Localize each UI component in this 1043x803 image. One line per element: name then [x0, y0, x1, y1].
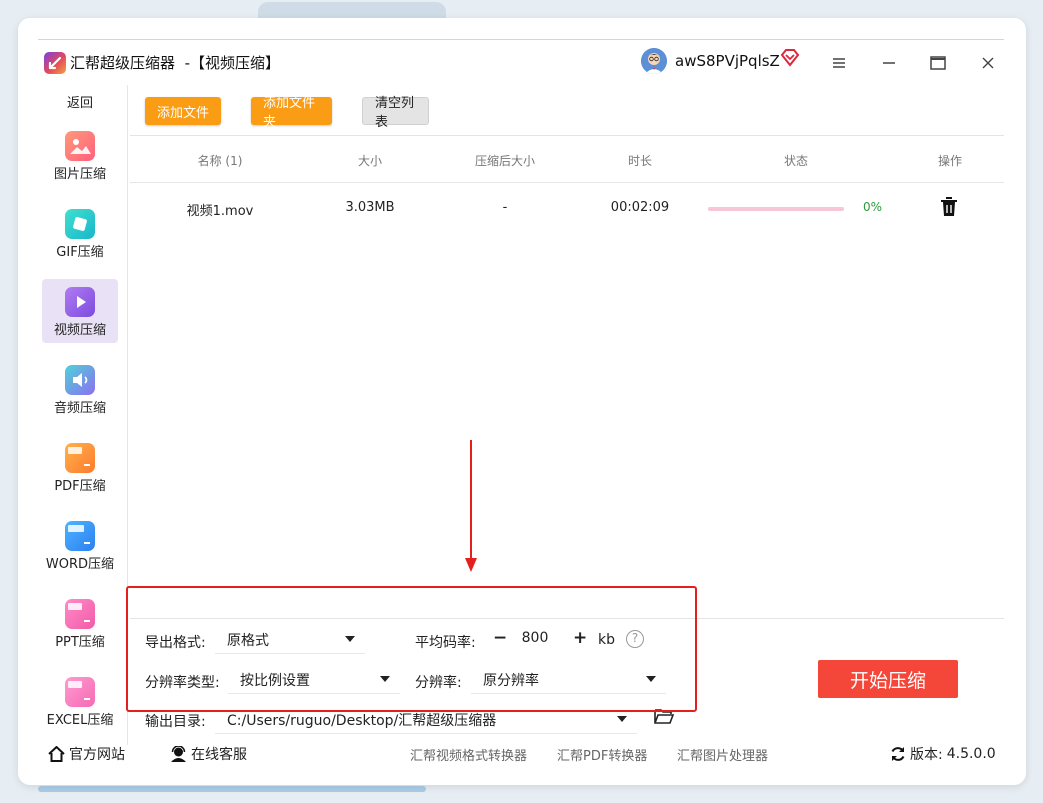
sidebar: 返回 图片压缩 GIF压缩 视频压缩 音频压缩 PDF压缩 WORD压缩 PPT…: [38, 85, 128, 745]
file-name: 视频1.mov: [186, 204, 254, 219]
sidebar-item-label: PPT压缩: [55, 635, 105, 650]
delete-trash-icon[interactable]: [940, 197, 958, 221]
bitrate-increase-button[interactable]: +: [573, 629, 587, 647]
resolution-type-label: 分辨率类型:: [145, 675, 220, 691]
ppt-file-icon: [65, 599, 95, 629]
format-select[interactable]: 原格式: [215, 624, 365, 654]
help-icon[interactable]: ?: [626, 630, 644, 648]
column-name: 名称 (1): [197, 154, 243, 168]
column-size: 大小: [357, 154, 382, 168]
tool-link-pdf-converter[interactable]: 汇帮PDF转换器: [557, 745, 647, 764]
background-strip: [38, 786, 426, 792]
sidebar-item-word[interactable]: WORD压缩: [42, 513, 118, 577]
gif-icon: [65, 209, 95, 239]
sidebar-item-excel[interactable]: EXCEL压缩: [42, 669, 118, 733]
resolution-label: 分辨率:: [415, 675, 462, 691]
progress-bar: [708, 207, 844, 211]
sidebar-item-pdf[interactable]: PDF压缩: [42, 435, 118, 499]
resolution-type-select[interactable]: 按比例设置: [228, 664, 400, 694]
official-website-link[interactable]: 官方网站: [48, 744, 125, 764]
start-compress-button[interactable]: 开始压缩: [818, 660, 958, 698]
username[interactable]: awS8PVjPqlsZ: [675, 52, 780, 70]
sidebar-item-gif[interactable]: GIF压缩: [42, 201, 118, 265]
sidebar-item-label: GIF压缩: [56, 245, 104, 260]
column-action: 操作: [937, 154, 962, 168]
user-avatar[interactable]: [641, 48, 667, 74]
maximize-icon[interactable]: [923, 48, 953, 78]
menu-icon[interactable]: [824, 48, 854, 78]
bitrate-input[interactable]: [510, 630, 560, 646]
tool-link-video-converter[interactable]: 汇帮视频格式转换器: [410, 745, 527, 764]
bitrate-decrease-button[interactable]: −: [493, 629, 507, 647]
sidebar-item-video[interactable]: 视频压缩: [42, 279, 118, 343]
sidebar-item-label: EXCEL压缩: [46, 713, 114, 728]
window-title: 汇帮超级压缩器 -【视频压缩】: [70, 54, 280, 72]
minimize-icon[interactable]: [874, 48, 904, 78]
sidebar-item-image[interactable]: 图片压缩: [42, 123, 118, 187]
folder-open-icon[interactable]: [654, 708, 675, 728]
pdf-file-icon: [65, 443, 95, 473]
file-list: 名称 (1) 大小 压缩后大小 时长 状态 操作 视频1.mov 3.03MB …: [130, 135, 1004, 617]
vip-diamond-icon[interactable]: [780, 49, 800, 71]
file-size: 3.03MB: [345, 200, 395, 215]
app-logo-icon: [44, 52, 66, 74]
app-window: 汇帮超级压缩器 -【视频压缩】 awS8PVjPqlsZ 返回 图片压缩 GIF…: [18, 18, 1026, 785]
word-file-icon: [65, 521, 95, 551]
bitrate-label: 平均码率:: [415, 635, 476, 651]
progress-percent: 0%: [863, 200, 883, 214]
refresh-icon: [891, 747, 905, 761]
online-support-link[interactable]: 在线客服: [170, 744, 247, 764]
official-website-label: 官方网站: [69, 747, 125, 763]
sidebar-item-label: WORD压缩: [45, 557, 115, 572]
duration: 00:02:09: [610, 200, 670, 215]
sidebar-item-ppt[interactable]: PPT压缩: [42, 591, 118, 655]
annotation-arrow: [463, 440, 479, 578]
version-number: 4.5.0.0: [946, 746, 996, 762]
resolution-select[interactable]: 原分辨率: [471, 664, 666, 694]
online-support-label: 在线客服: [191, 747, 247, 763]
image-icon: [65, 131, 95, 161]
video-play-icon: [65, 287, 95, 317]
column-duration: 时长: [627, 154, 652, 168]
column-status: 状态: [783, 154, 808, 168]
add-file-button[interactable]: 添加文件: [145, 97, 221, 125]
output-dir-select[interactable]: C:/Users/ruguo/Desktop/汇帮超级压缩器: [215, 704, 637, 734]
close-icon[interactable]: [973, 48, 1003, 78]
footer: 官方网站 在线客服 汇帮视频格式转换器 汇帮PDF转换器 汇帮图片处理器 版本:…: [38, 738, 1004, 768]
chevron-down-icon: [380, 676, 390, 682]
support-headset-icon: [171, 746, 186, 762]
format-label: 导出格式:: [145, 635, 206, 651]
back-button[interactable]: 返回: [38, 92, 122, 111]
table-header: 名称 (1) 大小 压缩后大小 时长 状态 操作: [130, 136, 1004, 183]
tool-link-image-processor[interactable]: 汇帮图片处理器: [677, 745, 768, 764]
audio-icon: [65, 365, 95, 395]
chevron-down-icon: [617, 716, 627, 722]
chevron-down-icon: [345, 636, 355, 642]
version-label: 版本:: [910, 747, 943, 763]
add-folder-button[interactable]: 添加文件夹: [251, 96, 332, 130]
table-row[interactable]: 视频1.mov 3.03MB - 00:02:09 0%: [130, 183, 1004, 233]
home-icon: [48, 746, 65, 762]
bitrate-unit: kb: [598, 632, 615, 648]
sidebar-item-audio[interactable]: 音频压缩: [42, 357, 118, 421]
sidebar-item-label: 视频压缩: [53, 323, 106, 338]
sidebar-item-label: 音频压缩: [53, 401, 106, 416]
version-info[interactable]: 版本: 4.5.0.0: [890, 744, 996, 764]
title-bar: 汇帮超级压缩器 -【视频压缩】 awS8PVjPqlsZ: [38, 39, 1004, 85]
sidebar-item-label: 图片压缩: [53, 167, 106, 182]
compressed-size: -: [502, 200, 508, 215]
output-dir-label: 输出目录:: [145, 714, 206, 730]
clear-list-button[interactable]: 清空列表: [362, 96, 429, 130]
column-compressed-size: 压缩后大小: [474, 154, 535, 168]
sidebar-item-label: PDF压缩: [54, 479, 106, 494]
chevron-down-icon: [646, 676, 656, 682]
excel-file-icon: [65, 677, 95, 707]
